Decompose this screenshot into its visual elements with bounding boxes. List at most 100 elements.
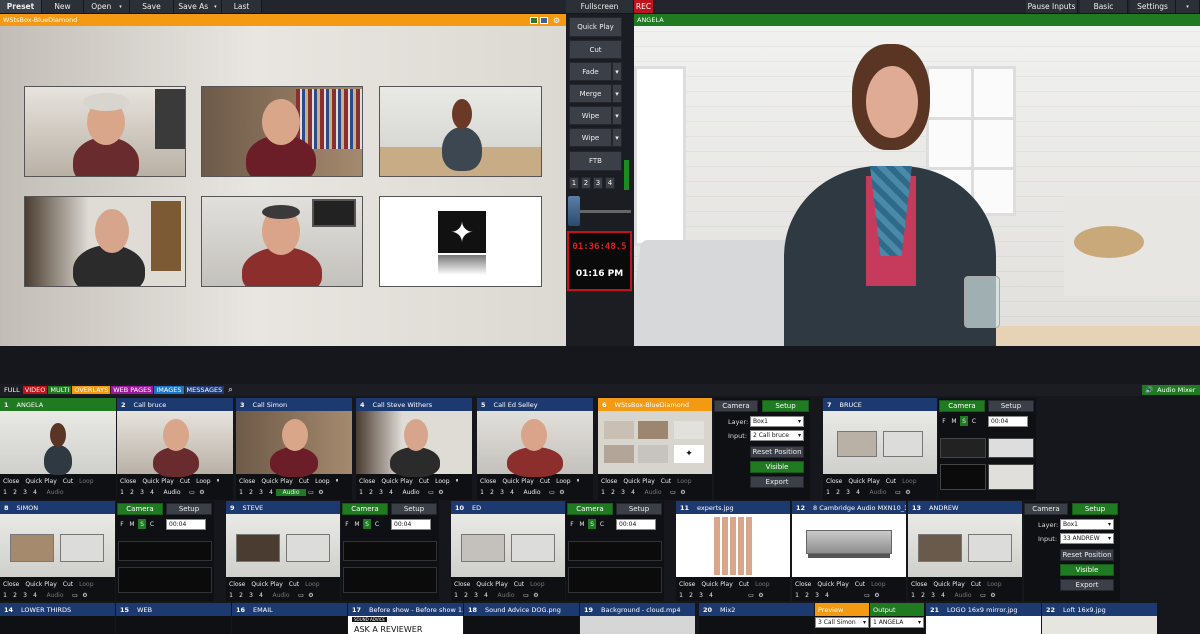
close-button[interactable]: Close bbox=[598, 478, 620, 485]
cut-button[interactable]: Cut bbox=[511, 581, 527, 588]
input-thumbnail[interactable]: ✦ bbox=[598, 411, 712, 474]
setup-button[interactable]: Setup bbox=[762, 400, 809, 412]
num-4[interactable]: 4 bbox=[507, 489, 517, 496]
close-button[interactable]: Close bbox=[908, 581, 930, 588]
input-card-15[interactable]: 15 WEB bbox=[116, 603, 231, 634]
input-thumbnail[interactable] bbox=[117, 411, 233, 477]
cut-button[interactable]: Cut bbox=[537, 478, 553, 485]
input-card-13[interactable]: 13 ANDREW Close Quick Play Cut Loop 1 2 3 4 Audi… bbox=[908, 501, 1022, 601]
close-button[interactable]: Close bbox=[236, 478, 258, 485]
input-card-3[interactable]: 3 Call Simon Close Quick Play Cut Loop ⏸ 1234… bbox=[236, 398, 352, 500]
gear-icon[interactable]: ⚙ bbox=[553, 16, 560, 25]
quick-play-button[interactable]: Quick Play bbox=[698, 581, 735, 588]
loop-button[interactable]: Loop bbox=[527, 581, 547, 588]
input-card-20[interactable]: 20 Mix2 bbox=[699, 603, 814, 634]
filter-web-pages[interactable]: WEB PAGES bbox=[111, 386, 154, 394]
settings-dropdown-icon[interactable]: ▾ bbox=[1176, 0, 1200, 13]
camera-button[interactable]: Camera bbox=[714, 400, 758, 412]
input-card-14[interactable]: 14 LOWER THIRDS bbox=[0, 603, 115, 634]
s-toggle[interactable]: S bbox=[138, 519, 146, 529]
export-button[interactable]: Export bbox=[750, 476, 804, 488]
cut-button[interactable]: Cut bbox=[296, 478, 312, 485]
s-toggle[interactable]: S bbox=[363, 519, 371, 529]
loop-button[interactable]: Loop bbox=[312, 478, 332, 485]
quick-play-button[interactable]: Quick Play bbox=[139, 478, 176, 485]
setup-button[interactable]: Setup bbox=[988, 400, 1034, 412]
pause-icon[interactable]: ⏸ bbox=[453, 477, 462, 485]
last-button[interactable]: Last bbox=[222, 0, 262, 13]
num-1[interactable]: 1 bbox=[236, 489, 246, 496]
num-3[interactable]: 3 bbox=[471, 592, 481, 599]
monitor-icon[interactable]: ▭ bbox=[978, 592, 988, 599]
audio-button[interactable]: Audio bbox=[276, 488, 306, 496]
num-2[interactable]: 2 bbox=[10, 489, 20, 496]
input-card-7[interactable]: 7 BRUCE Close Quick Play Cut Loop 1 2 3 4 Audio ▭… bbox=[823, 398, 937, 500]
input-thumbnail[interactable] bbox=[226, 514, 340, 577]
num-1[interactable]: 1 bbox=[356, 489, 366, 496]
num-1[interactable]: 1 bbox=[0, 592, 10, 599]
filter-messages[interactable]: MESSAGES bbox=[184, 386, 225, 394]
rec-button[interactable]: REC bbox=[634, 0, 654, 13]
close-button[interactable]: Close bbox=[823, 478, 845, 485]
cut-button[interactable]: Cut bbox=[852, 581, 868, 588]
num-4[interactable]: 4 bbox=[628, 489, 638, 496]
num-2[interactable]: 2 bbox=[833, 489, 843, 496]
monitor-icon[interactable]: ▭ bbox=[426, 489, 436, 496]
monitor-icon[interactable]: ▭ bbox=[306, 489, 316, 496]
audio-button[interactable]: Audio bbox=[157, 489, 187, 496]
wipe-2-dropdown-icon[interactable]: ▾ bbox=[612, 128, 622, 147]
monitor-icon[interactable]: ▭ bbox=[187, 489, 197, 496]
num-3[interactable]: 3 bbox=[20, 489, 30, 496]
quick-play-button[interactable]: Quick Play bbox=[499, 478, 536, 485]
s-toggle[interactable]: S bbox=[960, 416, 968, 426]
monitor-icon[interactable]: ▭ bbox=[296, 592, 306, 599]
new-button[interactable]: New bbox=[42, 0, 84, 13]
input-thumbnail[interactable] bbox=[823, 411, 937, 474]
quick-play-button[interactable]: Quick Play bbox=[569, 17, 622, 37]
quick-play-button[interactable]: Quick Play bbox=[378, 478, 415, 485]
m-toggle[interactable]: M bbox=[578, 519, 586, 529]
cut-button[interactable]: Cut bbox=[968, 581, 984, 588]
gear-icon[interactable]: ⚙ bbox=[306, 592, 316, 599]
camera-button[interactable]: Camera bbox=[342, 503, 388, 515]
layer-select[interactable]: Box1 ▾ bbox=[1060, 519, 1114, 530]
duration-field[interactable]: 00:04 bbox=[988, 416, 1028, 427]
input-card-18[interactable]: 18 Sound Advice DOG.png bbox=[464, 603, 579, 634]
c-toggle[interactable]: C bbox=[598, 519, 606, 529]
input-card-12[interactable]: 12 8 Cambridge Audio MXN10_1.jpg CloseQui… bbox=[792, 501, 906, 601]
gear-icon[interactable]: ⚙ bbox=[678, 489, 688, 496]
close-button[interactable]: Close bbox=[477, 478, 499, 485]
loop-button[interactable]: Loop bbox=[752, 581, 772, 588]
quick-play-button[interactable]: Quick Play bbox=[473, 581, 510, 588]
filter-video[interactable]: VIDEO bbox=[22, 386, 48, 394]
duration-field[interactable]: 00:04 bbox=[616, 519, 656, 530]
transition-num-3[interactable]: 3 bbox=[593, 177, 603, 189]
input-thumbnail[interactable] bbox=[477, 411, 593, 477]
f-toggle[interactable]: F bbox=[568, 519, 576, 529]
input-card-5[interactable]: 5 Call Ed Selley Close Quick Play Cut Loop ⏸ … bbox=[477, 398, 593, 500]
input-card-4[interactable]: 4 Call Steve Withers Close Quick Play Cut Lo… bbox=[356, 398, 472, 500]
mix2-output-select[interactable]: 1 ANGELA ▾ bbox=[870, 617, 924, 628]
monitor-icon[interactable]: ▭ bbox=[893, 489, 903, 496]
export-button[interactable]: Export bbox=[1060, 579, 1114, 591]
num-4[interactable]: 4 bbox=[386, 489, 396, 496]
open-button[interactable]: Open ▾ bbox=[84, 0, 130, 13]
input-card-19[interactable]: 19 Background - cloud.mp4 bbox=[580, 603, 695, 634]
num-1[interactable]: 1 bbox=[792, 592, 802, 599]
save-as-button[interactable]: Save As ▾ bbox=[174, 0, 222, 13]
visible-button[interactable]: Visible bbox=[750, 461, 804, 473]
fullscreen-button[interactable]: Fullscreen bbox=[566, 0, 634, 13]
m-toggle[interactable]: M bbox=[353, 519, 361, 529]
wipe-1-dropdown-icon[interactable]: ▾ bbox=[612, 106, 622, 125]
num-3[interactable]: 3 bbox=[618, 489, 628, 496]
monitor-icon[interactable]: ▭ bbox=[547, 489, 557, 496]
reset-position-button[interactable]: Reset Position bbox=[750, 446, 804, 458]
dropdown-icon[interactable]: ▾ bbox=[214, 4, 217, 10]
num-3[interactable]: 3 bbox=[20, 592, 30, 599]
num-3[interactable]: 3 bbox=[246, 592, 256, 599]
merge-dropdown-icon[interactable]: ▾ bbox=[612, 84, 622, 103]
loop-button[interactable]: Loop bbox=[899, 478, 919, 485]
dropdown-icon[interactable]: ▾ bbox=[119, 4, 122, 10]
input-thumbnail[interactable] bbox=[236, 411, 352, 477]
num-2[interactable]: 2 bbox=[918, 592, 928, 599]
